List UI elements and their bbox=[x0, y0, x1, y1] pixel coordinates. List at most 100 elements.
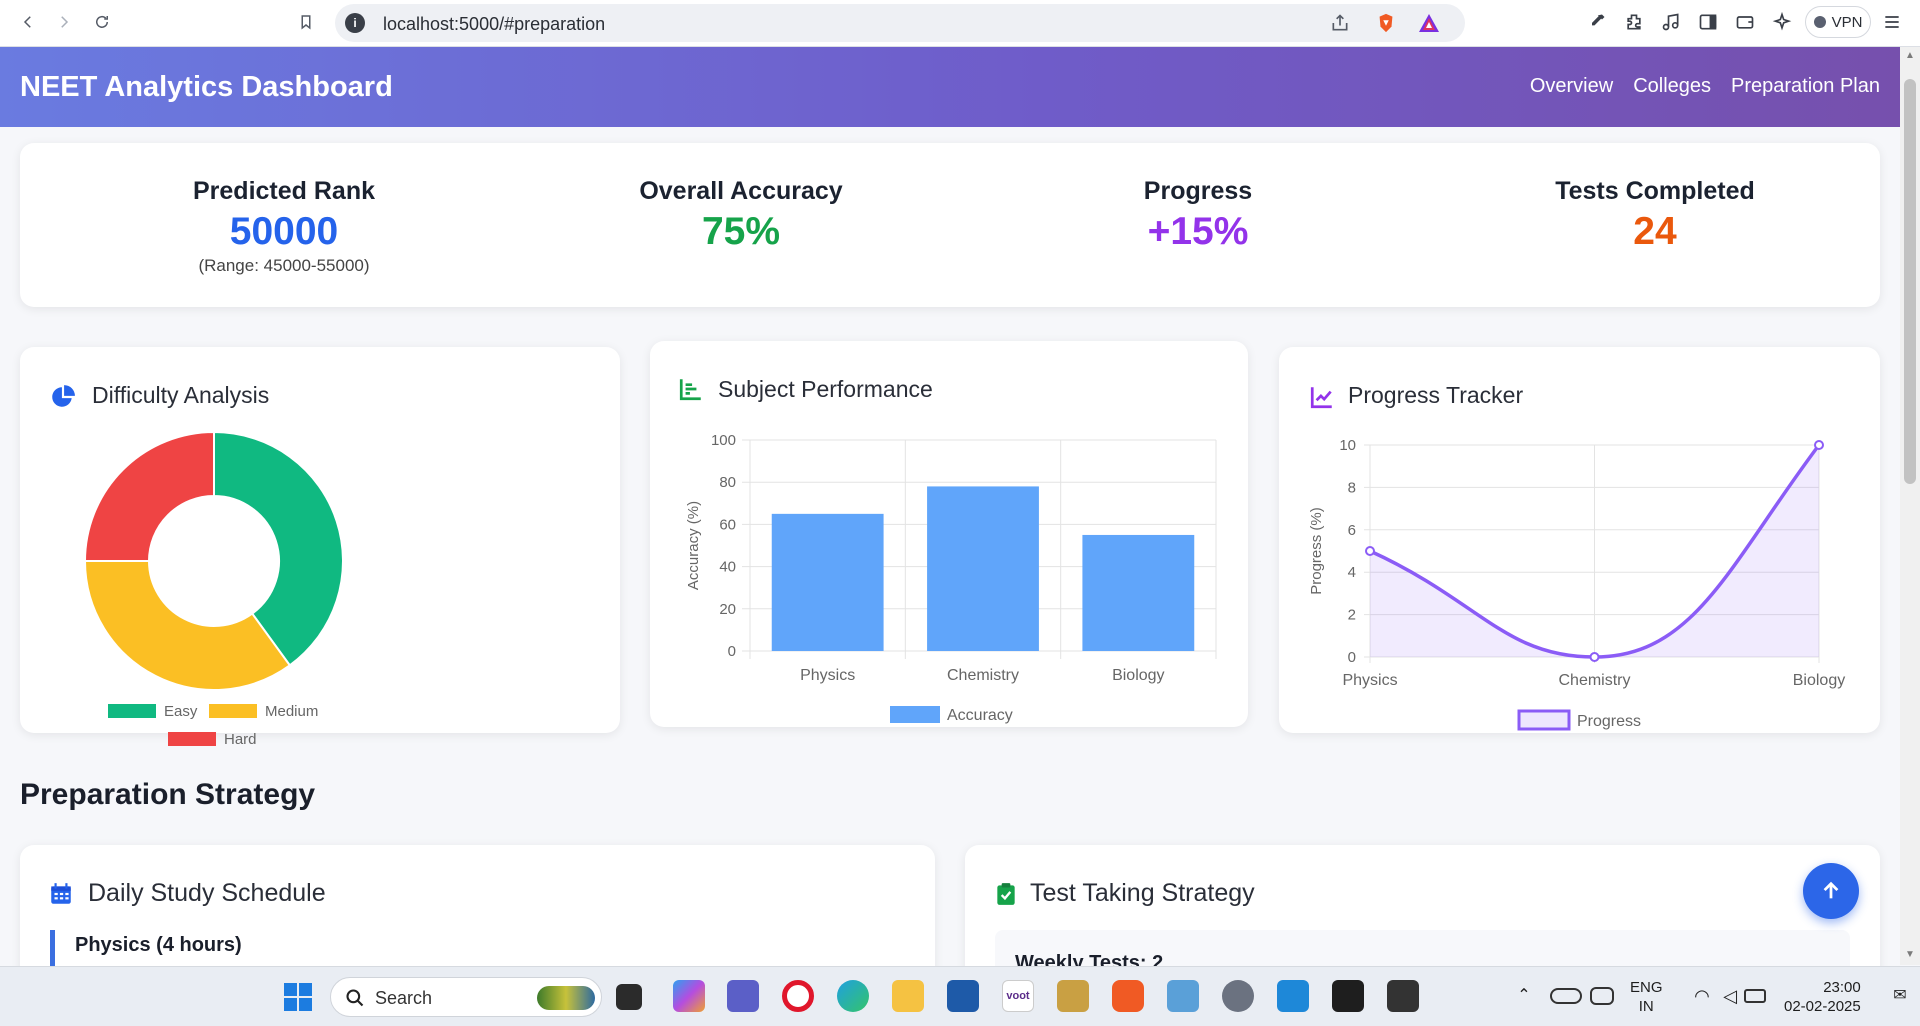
y-tick-label: 6 bbox=[1348, 522, 1356, 539]
x-tick-label: Biology bbox=[1793, 672, 1845, 689]
legend-swatch-progress bbox=[1517, 709, 1571, 731]
opera-icon[interactable] bbox=[782, 980, 814, 1012]
y-tick-label: 2 bbox=[1348, 607, 1356, 624]
bookmark-icon[interactable] bbox=[292, 8, 320, 36]
clock-time: 23:00 bbox=[1823, 979, 1861, 996]
stat-label: Overall Accuracy bbox=[639, 177, 843, 205]
vpn-status-icon bbox=[1813, 16, 1826, 28]
command-prompt-icon[interactable] bbox=[1387, 980, 1419, 1012]
legend-label-hard: Hard bbox=[224, 731, 257, 748]
leo-ai-icon[interactable] bbox=[1770, 10, 1794, 34]
notification-icon[interactable]: ✉ bbox=[1884, 980, 1916, 1012]
site-info-icon[interactable]: i bbox=[345, 13, 365, 33]
point-chemistry bbox=[1589, 652, 1600, 662]
legend-swatch-accuracy bbox=[890, 706, 940, 723]
windows-taskbar: Search voot ⌃ ENG IN ◠ ◁ 23:00 02-02-202… bbox=[0, 966, 1920, 1026]
progress-line-chart: 0 2 4 6 8 10 Physics Chemistry Biology Progress (… bbox=[1308, 437, 1845, 731]
legend-label-progress: Progress bbox=[1577, 713, 1641, 730]
onedrive-icon[interactable] bbox=[1550, 988, 1582, 1004]
search-highlight-image bbox=[537, 986, 595, 1010]
volume-icon[interactable]: ◁ bbox=[1714, 980, 1746, 1012]
difficulty-card: Difficulty Analysis Easy Medium Hard bbox=[20, 347, 620, 748]
stat-value: 50000 bbox=[229, 210, 339, 253]
subject-card: Subject Performance 0 20 40 60 80 100 Physics C… bbox=[650, 341, 1248, 727]
teams-icon[interactable] bbox=[727, 980, 759, 1012]
file-explorer-icon[interactable] bbox=[892, 980, 924, 1012]
scroll-up-icon[interactable]: ▲ bbox=[1905, 51, 1915, 61]
forward-icon[interactable] bbox=[50, 8, 78, 36]
taskbar-search[interactable]: Search bbox=[330, 977, 602, 1017]
y-tick-label: 0 bbox=[728, 643, 736, 660]
stat-value: +15% bbox=[1147, 210, 1249, 253]
search-icon bbox=[346, 989, 364, 1007]
x-tick-label: Chemistry bbox=[1558, 672, 1630, 689]
subject-bar-chart: 0 20 40 60 80 100 Physics Chemistry Biology Accur… bbox=[685, 432, 1217, 724]
daily-schedule-card: Daily Study Schedule Physics (4 hours) bbox=[20, 845, 935, 985]
voot-icon[interactable]: voot bbox=[1002, 980, 1034, 1012]
vpn-button[interactable]: VPN bbox=[1805, 6, 1871, 38]
scroll-to-top-button[interactable] bbox=[1803, 863, 1859, 919]
legend-label-accuracy: Accuracy bbox=[947, 707, 1013, 724]
terminal-app-icon[interactable] bbox=[1332, 980, 1364, 1012]
scroll-thumb[interactable] bbox=[1904, 79, 1916, 484]
arrow-up-icon bbox=[1823, 881, 1839, 899]
calendar-icon bbox=[51, 883, 71, 904]
app-title: NEET Analytics Dashboard bbox=[20, 71, 393, 103]
wallet-icon[interactable] bbox=[1733, 10, 1757, 34]
y-axis-label: Progress (%) bbox=[1308, 507, 1325, 595]
menu-icon[interactable] bbox=[1880, 10, 1904, 34]
settings-icon[interactable] bbox=[1222, 980, 1254, 1012]
extensions-icon[interactable] bbox=[1622, 10, 1646, 34]
task-view-icon[interactable] bbox=[616, 984, 642, 1010]
chevron-up-icon[interactable]: ⌃ bbox=[1508, 980, 1540, 1012]
brave-shields-icon[interactable] bbox=[1375, 12, 1397, 34]
nav-overview[interactable]: Overview bbox=[1530, 75, 1613, 98]
reload-icon[interactable] bbox=[88, 8, 116, 36]
x-tick-label: Biology bbox=[1112, 667, 1164, 684]
clock-date: 02-02-2025 bbox=[1784, 998, 1861, 1015]
bar-chemistry bbox=[927, 486, 1039, 651]
language-indicator[interactable]: ENG IN bbox=[1630, 978, 1663, 1016]
x-tick-label: Chemistry bbox=[947, 667, 1019, 684]
page-scrollbar[interactable]: ▲ ▼ bbox=[1900, 47, 1920, 965]
brave-taskbar-icon[interactable] bbox=[1112, 980, 1144, 1012]
search-label: Search bbox=[375, 988, 433, 1008]
stat-value: 24 bbox=[1633, 210, 1677, 253]
scroll-down-icon[interactable]: ▼ bbox=[1905, 950, 1915, 960]
bar-physics bbox=[771, 513, 884, 651]
stat-label: Progress bbox=[1143, 177, 1253, 205]
region-code: IN bbox=[1638, 998, 1654, 1015]
share-icon[interactable] bbox=[1330, 13, 1350, 33]
stat-overall-accuracy: Overall Accuracy 75% bbox=[541, 177, 941, 254]
remote-desktop-icon[interactable] bbox=[1167, 980, 1199, 1012]
game-icon[interactable] bbox=[1057, 980, 1089, 1012]
y-tick-label: 80 bbox=[719, 474, 736, 491]
nav-colleges[interactable]: Colleges bbox=[1633, 75, 1711, 98]
stats-card: Predicted Rank 50000 (Range: 45000-55000… bbox=[20, 143, 1880, 307]
eyedropper-icon[interactable] bbox=[1585, 10, 1609, 34]
progress-card: Progress Tracker 0 2 4 6 8 10 Physics Chemistry… bbox=[1279, 347, 1880, 733]
test-strategy-card: Test Taking Strategy Weekly Tests: 2 bbox=[965, 845, 1880, 990]
stat-label: Tests Completed bbox=[1555, 177, 1755, 205]
brave-rewards-icon[interactable] bbox=[1417, 12, 1441, 34]
music-icon[interactable] bbox=[1659, 10, 1683, 34]
url-text[interactable]: localhost:5000/#preparation bbox=[383, 14, 605, 35]
store-icon[interactable] bbox=[947, 980, 979, 1012]
nav-preparation-plan[interactable]: Preparation Plan bbox=[1731, 75, 1880, 98]
clock[interactable]: 23:00 02-02-2025 bbox=[1784, 978, 1861, 1016]
battery-icon[interactable] bbox=[1744, 989, 1766, 1003]
card-title: Test Taking Strategy bbox=[1030, 879, 1255, 907]
copilot-icon[interactable] bbox=[673, 980, 705, 1012]
clipboard-check-icon bbox=[997, 883, 1015, 905]
address-bar[interactable]: i localhost:5000/#preparation bbox=[335, 4, 1465, 42]
point-biology bbox=[1814, 440, 1824, 450]
windows-start-icon[interactable] bbox=[283, 982, 313, 1012]
back-icon[interactable] bbox=[14, 8, 42, 36]
keyboard-icon[interactable] bbox=[1590, 987, 1614, 1005]
legend-label-easy: Easy bbox=[164, 703, 198, 720]
vscode-icon[interactable] bbox=[1277, 980, 1309, 1012]
sidebar-icon[interactable] bbox=[1696, 10, 1720, 34]
difficulty-donut-chart: Easy Medium Hard bbox=[83, 430, 344, 748]
edge-icon[interactable] bbox=[837, 980, 869, 1012]
legend-swatch-easy bbox=[108, 704, 156, 718]
